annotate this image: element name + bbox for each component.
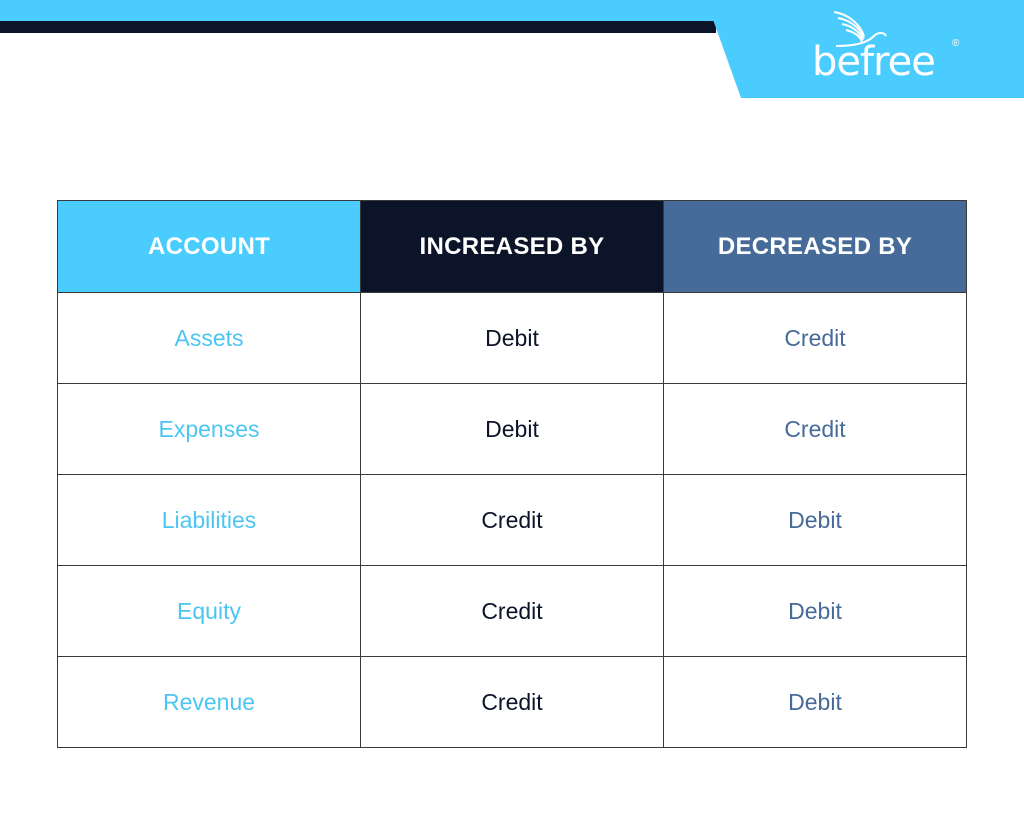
decreased-by-cell: Credit <box>663 383 967 475</box>
table-row: Revenue Credit Debit <box>57 656 967 748</box>
table-row: Liabilities Credit Debit <box>57 474 967 566</box>
table-row: Equity Credit Debit <box>57 565 967 657</box>
account-cell: Revenue <box>57 656 361 748</box>
table-row: Assets Debit Credit <box>57 292 967 384</box>
account-cell: Equity <box>57 565 361 657</box>
account-cell: Assets <box>57 292 361 384</box>
registered-mark: ® <box>952 38 960 49</box>
decreased-by-cell: Debit <box>663 565 967 657</box>
increased-by-cell: Credit <box>360 474 664 566</box>
befree-logo: befree ® <box>812 10 962 90</box>
decreased-by-cell: Debit <box>663 474 967 566</box>
increased-by-cell: Credit <box>360 656 664 748</box>
header-row: ACCOUNT INCREASED BY DECREASED BY <box>57 200 967 293</box>
header-account: ACCOUNT <box>57 200 361 293</box>
brand-wordmark: befree <box>812 39 936 85</box>
header-increased-by: INCREASED BY <box>360 200 664 293</box>
increased-by-cell: Debit <box>360 292 664 384</box>
decreased-by-cell: Debit <box>663 656 967 748</box>
account-cell: Liabilities <box>57 474 361 566</box>
decreased-by-cell: Credit <box>663 292 967 384</box>
table-row: Expenses Debit Credit <box>57 383 967 475</box>
header-decreased-by: DECREASED BY <box>663 200 967 293</box>
debit-credit-table: ACCOUNT INCREASED BY DECREASED BY Assets… <box>57 200 967 748</box>
increased-by-cell: Credit <box>360 565 664 657</box>
account-cell: Expenses <box>57 383 361 475</box>
increased-by-cell: Debit <box>360 383 664 475</box>
